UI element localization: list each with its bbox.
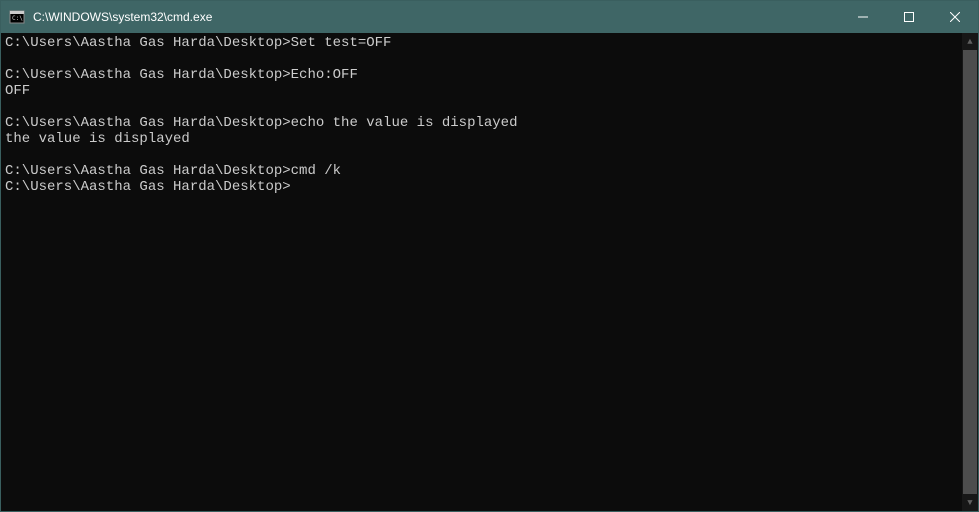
minimize-button[interactable] [840, 1, 886, 33]
terminal-line: the value is displayed [5, 131, 958, 147]
terminal-line [5, 99, 958, 115]
scroll-down-arrow[interactable]: ▼ [962, 494, 978, 511]
scroll-up-arrow[interactable]: ▲ [962, 33, 978, 50]
window-controls [840, 1, 978, 33]
svg-text:C:\: C:\ [12, 15, 23, 22]
terminal-line: C:\Users\Aastha Gas Harda\Desktop>cmd /k [5, 163, 958, 179]
scrollbar-track[interactable] [962, 50, 978, 494]
terminal-line: C:\Users\Aastha Gas Harda\Desktop>Echo:O… [5, 67, 958, 83]
terminal-output[interactable]: C:\Users\Aastha Gas Harda\Desktop>Set te… [1, 33, 962, 511]
terminal-line [5, 147, 958, 163]
scrollbar-thumb[interactable] [963, 50, 977, 494]
titlebar[interactable]: C:\ C:\WINDOWS\system32\cmd.exe [1, 1, 978, 33]
maximize-button[interactable] [886, 1, 932, 33]
window-title: C:\WINDOWS\system32\cmd.exe [31, 10, 840, 24]
content-area: C:\Users\Aastha Gas Harda\Desktop>Set te… [1, 33, 978, 511]
terminal-line [5, 51, 958, 67]
maximize-icon [904, 12, 914, 22]
terminal-line: C:\Users\Aastha Gas Harda\Desktop>echo t… [5, 115, 958, 131]
close-icon [950, 12, 960, 22]
terminal-line: C:\Users\Aastha Gas Harda\Desktop> [5, 179, 958, 195]
close-button[interactable] [932, 1, 978, 33]
cmd-icon: C:\ [9, 9, 25, 25]
vertical-scrollbar[interactable]: ▲ ▼ [962, 33, 978, 511]
terminal-line: OFF [5, 83, 958, 99]
terminal-line: C:\Users\Aastha Gas Harda\Desktop>Set te… [5, 35, 958, 51]
minimize-icon [858, 12, 868, 22]
cmd-window: C:\ C:\WINDOWS\system32\cmd.exe [0, 0, 979, 512]
